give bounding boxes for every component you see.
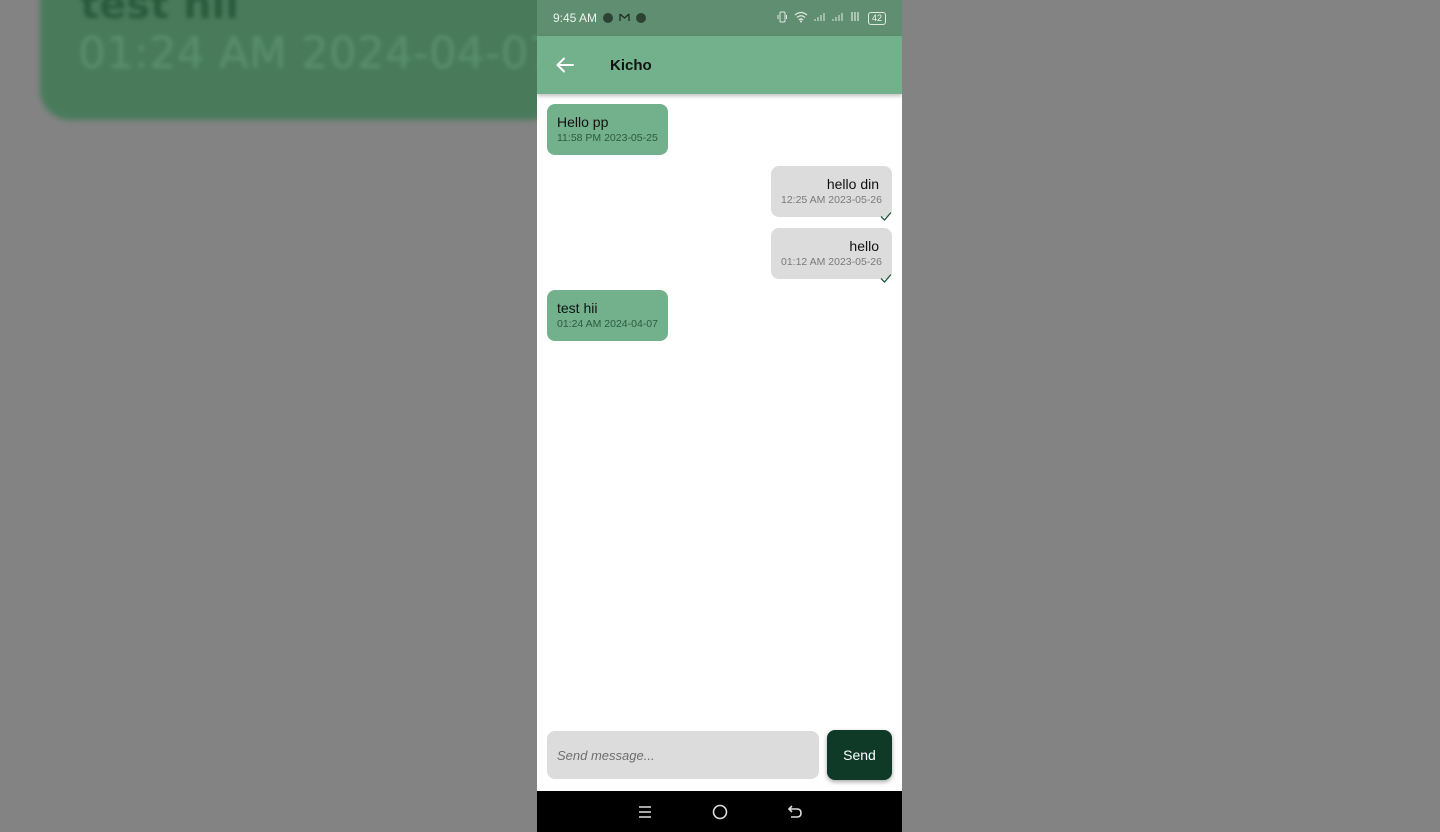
- message-list: Hello pp 11:58 PM 2023-05-25 hello din 1…: [537, 94, 902, 732]
- data-speed-icon: [850, 11, 862, 25]
- message-text: hello: [849, 238, 879, 254]
- outgoing-message-bubble[interactable]: hello din 12:25 AM 2023-05-26: [771, 166, 892, 221]
- system-back-button[interactable]: [783, 800, 807, 824]
- message-text: hello din: [826, 176, 879, 192]
- message-text: test hii: [557, 300, 598, 316]
- message-time: 12:25 AM 2023-05-26: [781, 194, 882, 206]
- vibrate-icon: [776, 11, 788, 26]
- gmail-notification-icon: [619, 11, 630, 25]
- background-blur-title: test hii: [80, 0, 240, 28]
- messenger-notification-icon: [603, 13, 614, 23]
- message-row: Hello pp 11:58 PM 2023-05-25: [537, 104, 902, 155]
- message-input[interactable]: [547, 731, 819, 779]
- signal-icon-2: [832, 11, 844, 25]
- message-row: hello din 12:25 AM 2023-05-26: [537, 166, 902, 221]
- wifi-icon: [794, 11, 808, 26]
- status-right: 42: [776, 11, 886, 26]
- back-arrow-icon: [787, 804, 802, 818]
- send-button[interactable]: Send: [827, 730, 892, 780]
- read-check-icon: [880, 274, 892, 283]
- message-time: 01:24 AM 2024-04-07: [557, 318, 658, 330]
- read-check-icon: [880, 212, 892, 221]
- app-bar: Kicho: [537, 36, 902, 94]
- chat-title: Kicho: [610, 56, 652, 74]
- incoming-message-bubble[interactable]: test hii 01:24 AM 2024-04-07: [547, 290, 668, 341]
- circle-icon: [712, 804, 727, 819]
- battery-indicator: 42: [867, 11, 886, 25]
- outgoing-message-bubble[interactable]: hello 01:12 AM 2023-05-26: [771, 228, 892, 283]
- message-time: 11:58 PM 2023-05-25: [557, 132, 658, 144]
- home-button[interactable]: [708, 800, 732, 824]
- facebook-notification-icon: [636, 13, 647, 23]
- message-row: hello 01:12 AM 2023-05-26: [537, 228, 902, 283]
- back-button[interactable]: [537, 36, 593, 94]
- message-composer: Send: [547, 730, 892, 780]
- message-text: Hello pp: [557, 114, 609, 130]
- signal-icon-1: [814, 11, 826, 25]
- arrow-left-icon: [556, 57, 574, 73]
- recent-apps-button[interactable]: [633, 800, 657, 824]
- status-left: 9:45 AM: [553, 11, 647, 25]
- background-blur-time: 01:24 AM 2024-04-07: [78, 28, 557, 79]
- incoming-message-bubble[interactable]: Hello pp 11:58 PM 2023-05-25: [547, 104, 668, 155]
- system-navigation-bar: [537, 791, 902, 832]
- status-bar: 9:45 AM 42: [537, 0, 902, 36]
- message-time: 01:12 AM 2023-05-26: [781, 256, 882, 268]
- status-time: 9:45 AM: [553, 11, 598, 25]
- menu-icon: [638, 805, 651, 818]
- phone-screen: 9:45 AM 42 Kicho Hello pp 11:58 PM 2023-…: [537, 0, 902, 832]
- message-row: test hii 01:24 AM 2024-04-07: [537, 290, 902, 341]
